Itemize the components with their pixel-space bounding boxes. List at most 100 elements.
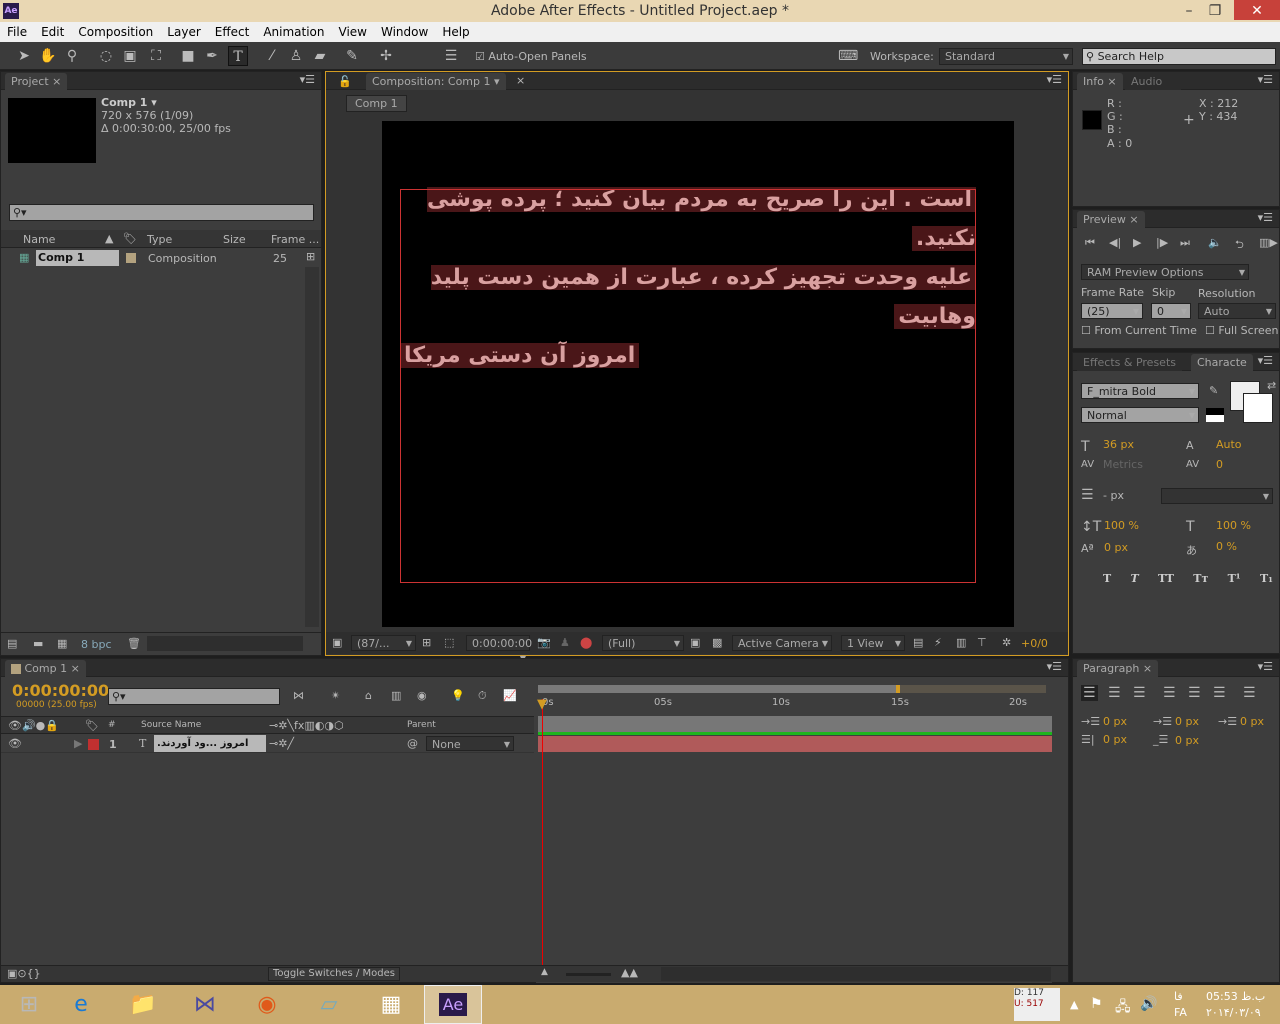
column-parent[interactable]: Parent <box>407 720 436 730</box>
space-before-value[interactable]: 0 px <box>1103 733 1127 746</box>
resolution-select[interactable]: (Full) <box>602 635 684 651</box>
baseline-shift-value[interactable]: 0 px <box>1104 541 1128 554</box>
skip-select[interactable]: 0 <box>1151 303 1191 319</box>
toggle-switches-modes-button[interactable]: Toggle Switches / Modes <box>268 967 400 981</box>
rotate-tool-icon[interactable]: ◌ <box>96 46 116 66</box>
fast-previews-icon[interactable]: ⚡ <box>934 636 942 649</box>
horizontal-scale-value[interactable]: 100 % <box>1216 519 1251 532</box>
firefox-icon[interactable]: ◉ <box>238 985 296 1024</box>
eraser-tool-icon[interactable]: ▰ <box>310 46 330 66</box>
camera-tool-icon[interactable]: ▣ <box>120 46 140 66</box>
full-screen-checkbox[interactable]: ☐ Full Screen <box>1205 324 1278 337</box>
eyedropper-icon[interactable]: ✎ <box>1209 384 1218 397</box>
audio-icon[interactable]: 🔈 <box>1208 236 1222 249</box>
font-style-select[interactable]: Normal <box>1081 407 1199 423</box>
tab-project[interactable]: Project × <box>5 73 68 90</box>
tab-info[interactable]: Info × <box>1077 73 1123 90</box>
always-preview-icon[interactable]: ▣ <box>332 636 342 649</box>
panel-menu-icon[interactable]: ▾☰ <box>1258 211 1273 224</box>
workspace-select[interactable]: Standard <box>939 48 1073 65</box>
panel-menu-icon[interactable]: ▾☰ <box>1258 354 1273 367</box>
clock-date[interactable]: ۲۰۱۴/۰۳/۰۹ <box>1206 1006 1261 1019</box>
justify-left-icon[interactable]: ☰ <box>1163 685 1176 701</box>
indent-first-value[interactable]: 0 px <box>1240 715 1264 728</box>
comp-name[interactable]: Comp 1 ▾ <box>101 96 157 109</box>
project-item-row[interactable]: ▦ Comp 1 Composition 25 <box>1 249 305 267</box>
align-center-icon[interactable]: ☰ <box>1108 685 1121 701</box>
menu-edit[interactable]: Edit <box>34 22 71 42</box>
exposure-icon[interactable]: ✲ <box>1002 636 1011 649</box>
show-hidden-icons[interactable]: ▲ <box>1070 998 1078 1011</box>
ram-preview-options-select[interactable]: RAM Preview Options <box>1081 264 1249 280</box>
after-effects-taskbar-icon[interactable]: Ae <box>424 985 482 1024</box>
rectangle-tool-icon[interactable]: ■ <box>178 46 198 66</box>
magnification-select[interactable]: (87/... <box>351 635 416 651</box>
menu-layer[interactable]: Layer <box>160 22 207 42</box>
visibility-eye-icon[interactable]: 👁 <box>8 737 22 750</box>
layer-duration-bar[interactable] <box>538 736 1052 752</box>
stroke-style-select[interactable] <box>1161 488 1273 504</box>
indent-left-value[interactable]: 0 px <box>1103 715 1127 728</box>
superscript-button[interactable]: T¹ <box>1228 572 1241 585</box>
subscript-button[interactable]: T₁ <box>1260 572 1273 585</box>
indent-right-value[interactable]: 0 px <box>1175 715 1199 728</box>
font-family-select[interactable]: F_mitra Bold <box>1081 383 1199 399</box>
timeline-current-time[interactable]: 0:00:00:00 <box>12 681 109 700</box>
swap-colors-icon[interactable]: ⇄ <box>1267 379 1276 392</box>
leading-value[interactable]: Auto <box>1216 438 1242 451</box>
media-player-icon[interactable]: ⋈ <box>176 985 234 1024</box>
tab-timeline-comp[interactable]: Comp 1 × <box>5 660 86 677</box>
pen-tool-icon[interactable]: ✒ <box>202 46 222 66</box>
justify-center-icon[interactable]: ☰ <box>1188 685 1201 701</box>
type-tool-icon[interactable]: T <box>228 46 248 66</box>
menu-window[interactable]: Window <box>374 22 435 42</box>
column-type[interactable]: Type <box>147 233 172 246</box>
stroke-color-swatch[interactable] <box>1243 393 1273 423</box>
brainstorm-icon[interactable]: 💡 <box>451 689 465 702</box>
comp-breadcrumb[interactable]: Comp 1 <box>346 95 407 112</box>
panel-menu-icon[interactable]: ▾☰ <box>1258 73 1273 86</box>
pixel-aspect-icon[interactable]: ▤ <box>913 636 923 649</box>
network-meter[interactable]: D: 117 U: 517 <box>1014 988 1060 1021</box>
exposure-value[interactable]: +0/0 <box>1021 637 1048 650</box>
current-time-indicator[interactable] <box>542 699 543 979</box>
column-frame-rate[interactable]: Frame ... <box>271 233 319 246</box>
view-layout-select[interactable]: 1 View <box>841 635 905 651</box>
flowchart-icon[interactable]: ⊞ <box>306 250 315 263</box>
input-language-code[interactable]: FA <box>1174 1006 1187 1019</box>
zoom-slider[interactable] <box>566 973 611 976</box>
new-composition-icon[interactable]: ▦ <box>57 637 67 650</box>
start-button[interactable]: ⊞ <box>0 985 58 1024</box>
first-frame-icon[interactable]: ⏮ <box>1085 236 1095 250</box>
network-icon[interactable]: 🖧 <box>1115 996 1131 1020</box>
vertical-scale-value[interactable]: 100 % <box>1104 519 1139 532</box>
hand-tool-icon[interactable]: ✋ <box>38 46 58 66</box>
align-right-icon[interactable]: ☰ <box>1133 685 1146 701</box>
search-help-input[interactable]: ⚲ Search Help <box>1082 48 1276 65</box>
maximize-button[interactable]: ❐ <box>1202 0 1228 22</box>
small-caps-button[interactable]: Tт <box>1193 572 1208 585</box>
selection-tool-icon[interactable]: ➤ <box>14 46 34 66</box>
menu-help[interactable]: Help <box>435 22 476 42</box>
app-icon[interactable]: ▦ <box>362 985 420 1024</box>
channel-icon[interactable]: ⬤ <box>580 636 592 649</box>
shy-layers-icon[interactable]: ⌂ <box>365 689 372 702</box>
zoom-tool-icon[interactable]: ⚲ <box>62 46 82 66</box>
project-scrollbar[interactable] <box>305 267 319 627</box>
frame-rate-select[interactable]: (25) <box>1081 303 1143 319</box>
justify-all-icon[interactable]: ☰ <box>1243 685 1256 701</box>
grid-guide-icon[interactable]: ⊞ <box>422 636 431 649</box>
align-left-icon[interactable]: ☰ <box>1081 685 1098 701</box>
layer-row[interactable]: 👁 ▶ 1 T .امروز ...ود آوردند ⊸✲╱ @ None <box>1 735 534 753</box>
clock-time[interactable]: 05:53 ب.ظ <box>1206 990 1265 1003</box>
bit-depth[interactable]: 8 bpc <box>81 638 112 651</box>
internet-explorer-icon[interactable]: e <box>52 985 110 1024</box>
ram-preview-icon[interactable]: ▥▶ <box>1259 236 1278 249</box>
last-frame-icon[interactable]: ⏭ <box>1180 236 1190 250</box>
timeline-search-input[interactable]: ⚲▾ <box>108 688 280 705</box>
work-area-bar[interactable] <box>538 716 1052 732</box>
layer-label-swatch[interactable] <box>88 739 99 750</box>
from-current-time-checkbox[interactable]: ☐ From Current Time <box>1081 324 1197 337</box>
tsume-value[interactable]: 0 % <box>1216 540 1237 553</box>
faux-bold-button[interactable]: T <box>1103 572 1111 585</box>
